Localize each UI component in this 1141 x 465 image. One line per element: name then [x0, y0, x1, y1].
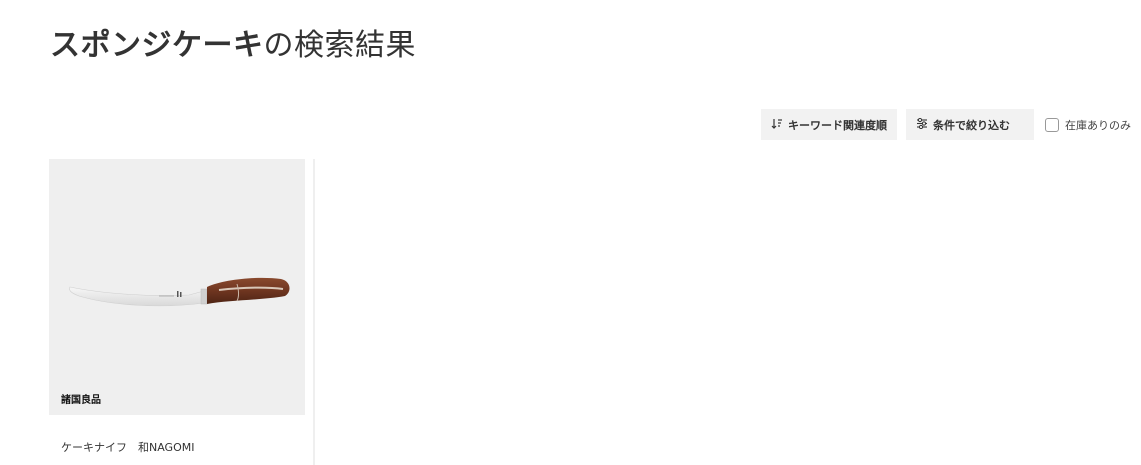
page-title: スポンジケーキの検索結果 [50, 26, 416, 66]
search-keyword: スポンジケーキ [50, 28, 264, 63]
product-image[interactable]: 諸国良品 [49, 159, 305, 415]
knife-image [69, 277, 290, 307]
results-toolbar: キーワード関連度順 条件で絞り込む 在庫ありのみ [761, 109, 1131, 140]
brand-label: 諸国良品 [61, 395, 101, 406]
product-name[interactable]: ケーキナイフ 和NAGOMI [61, 439, 194, 455]
sort-button[interactable]: キーワード関連度順 [761, 109, 897, 140]
in-stock-toggle[interactable]: 在庫ありのみ [1045, 109, 1131, 140]
title-suffix: の検索結果 [263, 28, 416, 63]
sliders-icon [916, 117, 928, 132]
sort-icon [771, 118, 783, 132]
in-stock-checkbox[interactable] [1045, 117, 1059, 132]
filter-label: 条件で絞り込む [933, 118, 1010, 132]
sort-label: キーワード関連度順 [788, 118, 887, 132]
in-stock-label: 在庫ありのみ [1065, 118, 1131, 132]
filter-button[interactable]: 条件で絞り込む [906, 109, 1034, 140]
card-divider [313, 159, 315, 465]
product-card[interactable]: 諸国良品 ケーキナイフ 和NAGOMI [49, 159, 305, 465]
